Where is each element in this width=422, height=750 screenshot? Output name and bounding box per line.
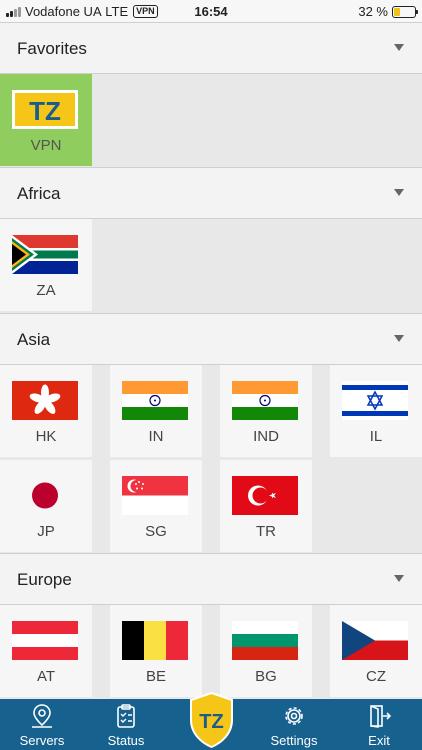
battery-percent: 32 %: [358, 4, 388, 19]
gear-icon: [285, 707, 303, 725]
section-title: Africa: [17, 184, 61, 203]
japan-flag-icon: [12, 476, 78, 515]
map-pin-icon: [32, 704, 52, 728]
tab-label: Settings: [270, 733, 318, 748]
server-code: IND: [253, 428, 279, 445]
turkey-flag-icon: [232, 476, 298, 515]
battery-icon: [392, 5, 418, 18]
tab-settings[interactable]: Settings: [262, 699, 326, 750]
south-africa-flag-icon: [12, 235, 78, 274]
tab-label: Status: [107, 733, 145, 748]
server-tile-jp[interactable]: JP: [0, 460, 92, 552]
chevron-down-icon: [394, 575, 404, 582]
section-header-favorites[interactable]: Favorites: [0, 22, 422, 74]
tab-label: Exit: [368, 733, 390, 748]
chevron-down-icon: [394, 335, 404, 342]
section-title: Asia: [17, 330, 51, 349]
status-right: 32 %: [358, 4, 418, 19]
czech-flag-icon: [342, 621, 408, 660]
server-tile-il[interactable]: IL: [330, 365, 422, 457]
server-tile-sg[interactable]: SG: [110, 460, 202, 552]
singapore-flag-icon: [122, 476, 188, 515]
section-header-europe[interactable]: Europe: [0, 553, 422, 605]
server-code: VPN: [30, 137, 62, 154]
server-tile-tr[interactable]: TR: [220, 460, 312, 552]
austria-flag-icon: [12, 621, 78, 660]
server-code: TR: [256, 523, 276, 540]
server-code: SG: [145, 523, 167, 540]
server-code: BE: [145, 668, 166, 685]
server-tile-in[interactable]: IN: [110, 365, 202, 457]
india-flag-icon: [232, 381, 298, 420]
server-code: CZ: [366, 668, 386, 685]
tab-servers[interactable]: Servers: [12, 699, 72, 750]
svg-text:TZ: TZ: [29, 96, 61, 126]
india-flag-icon: [122, 381, 188, 420]
svg-text:TZ: TZ: [199, 711, 223, 733]
server-code: IN: [148, 428, 164, 445]
server-tile-za[interactable]: ZA: [0, 219, 92, 311]
tab-status[interactable]: Status: [96, 699, 156, 750]
tab-exit[interactable]: Exit: [352, 699, 406, 750]
bulgaria-flag-icon: [232, 621, 298, 660]
server-tile-bg[interactable]: BG: [220, 605, 312, 697]
hong-kong-flag-icon: [12, 381, 78, 420]
server-code: BG: [255, 668, 277, 685]
server-code: HK: [35, 428, 57, 445]
server-tile-vpn[interactable]: TZ VPN: [0, 74, 92, 166]
server-tile-ind[interactable]: IND: [220, 365, 312, 457]
israel-flag-icon: [342, 381, 408, 420]
server-code: AT: [36, 668, 56, 685]
server-tile-hk[interactable]: HK: [0, 365, 92, 457]
server-code: JP: [37, 523, 55, 540]
server-code: ZA: [36, 282, 56, 299]
section-header-africa[interactable]: Africa: [0, 167, 422, 219]
clipboard-icon: [117, 704, 135, 728]
belgium-flag-icon: [122, 621, 188, 660]
exit-door-icon: [370, 705, 392, 728]
section-title: Europe: [17, 570, 72, 589]
chevron-down-icon: [394, 44, 404, 51]
server-tile-be[interactable]: BE: [110, 605, 202, 697]
server-code: IL: [369, 428, 383, 445]
tz-shield-logo-icon[interactable]: TZ: [189, 692, 234, 748]
section-header-asia[interactable]: Asia: [0, 313, 422, 365]
server-tile-at[interactable]: AT: [0, 605, 92, 697]
tab-label: Servers: [19, 733, 65, 748]
tz-logo-icon: TZ: [12, 90, 78, 129]
chevron-down-icon: [394, 189, 404, 196]
status-bar: Vodafone UA LTE VPN 16:54 32 %: [0, 0, 422, 22]
section-title: Favorites: [17, 39, 87, 58]
server-tile-cz[interactable]: CZ: [330, 605, 422, 697]
